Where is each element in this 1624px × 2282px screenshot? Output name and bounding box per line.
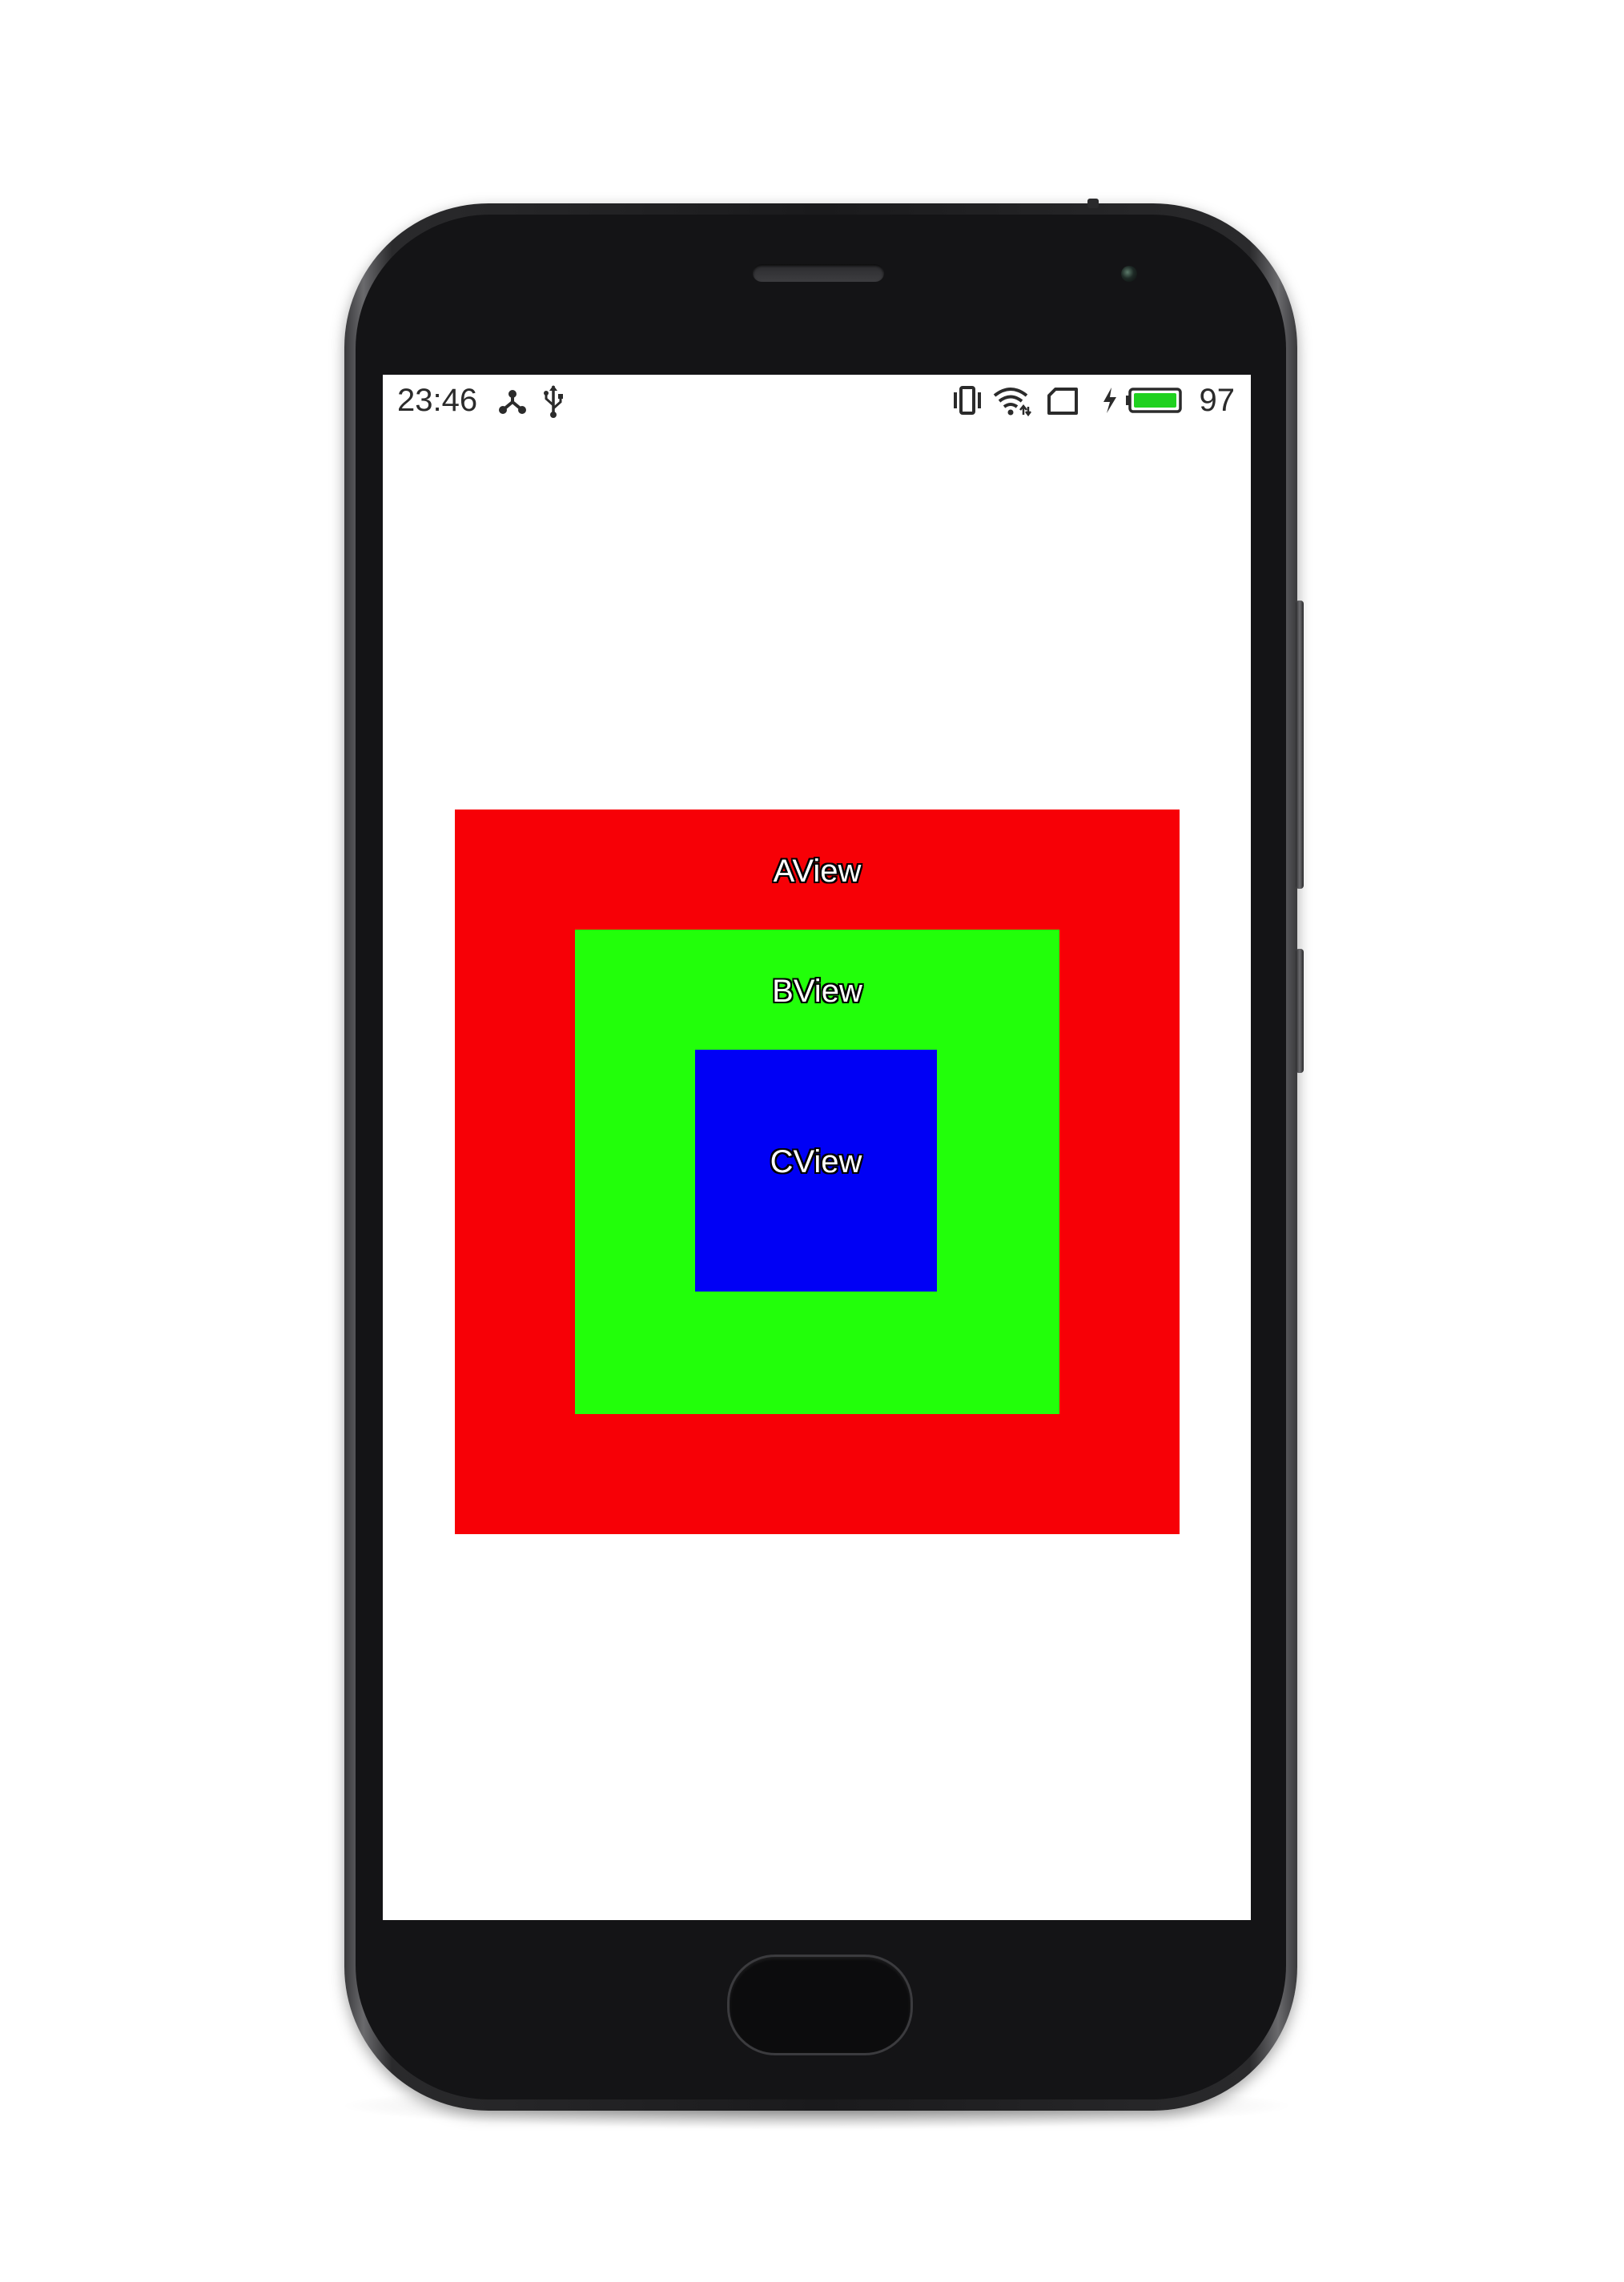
share-network-icon: [499, 390, 526, 414]
battery-percentage: 97: [1199, 383, 1236, 418]
c-view[interactable]: CView: [695, 1050, 937, 1292]
status-bar: 23:46 97: [383, 375, 1251, 426]
vibrate-icon: [954, 386, 981, 415]
status-time: 23:46: [397, 383, 478, 418]
phone-screen: 23:46 97 AView BView CView: [383, 375, 1251, 1920]
earpiece-speaker: [753, 264, 884, 282]
b-view[interactable]: BView CView: [575, 930, 1059, 1414]
mockup-stage: 23:46 97 AView BView CView: [0, 0, 1624, 2282]
usb-icon: [544, 385, 563, 418]
volume-down-button: [1296, 949, 1304, 1073]
home-button[interactable]: [727, 1955, 913, 2055]
a-view[interactable]: AView BView CView: [455, 810, 1180, 1534]
a-view-label: AView: [773, 854, 862, 889]
battery-icon: [1126, 388, 1182, 413]
front-camera-icon: [1121, 266, 1137, 282]
volume-up-button: [1296, 601, 1304, 889]
b-view-label: BView: [772, 974, 862, 1009]
power-button: [1087, 199, 1099, 208]
charging-bolt-icon: [1103, 388, 1116, 413]
c-view-label: CView: [770, 1144, 862, 1179]
sim-card-icon: [1047, 388, 1078, 415]
wifi-icon: [993, 388, 1031, 417]
